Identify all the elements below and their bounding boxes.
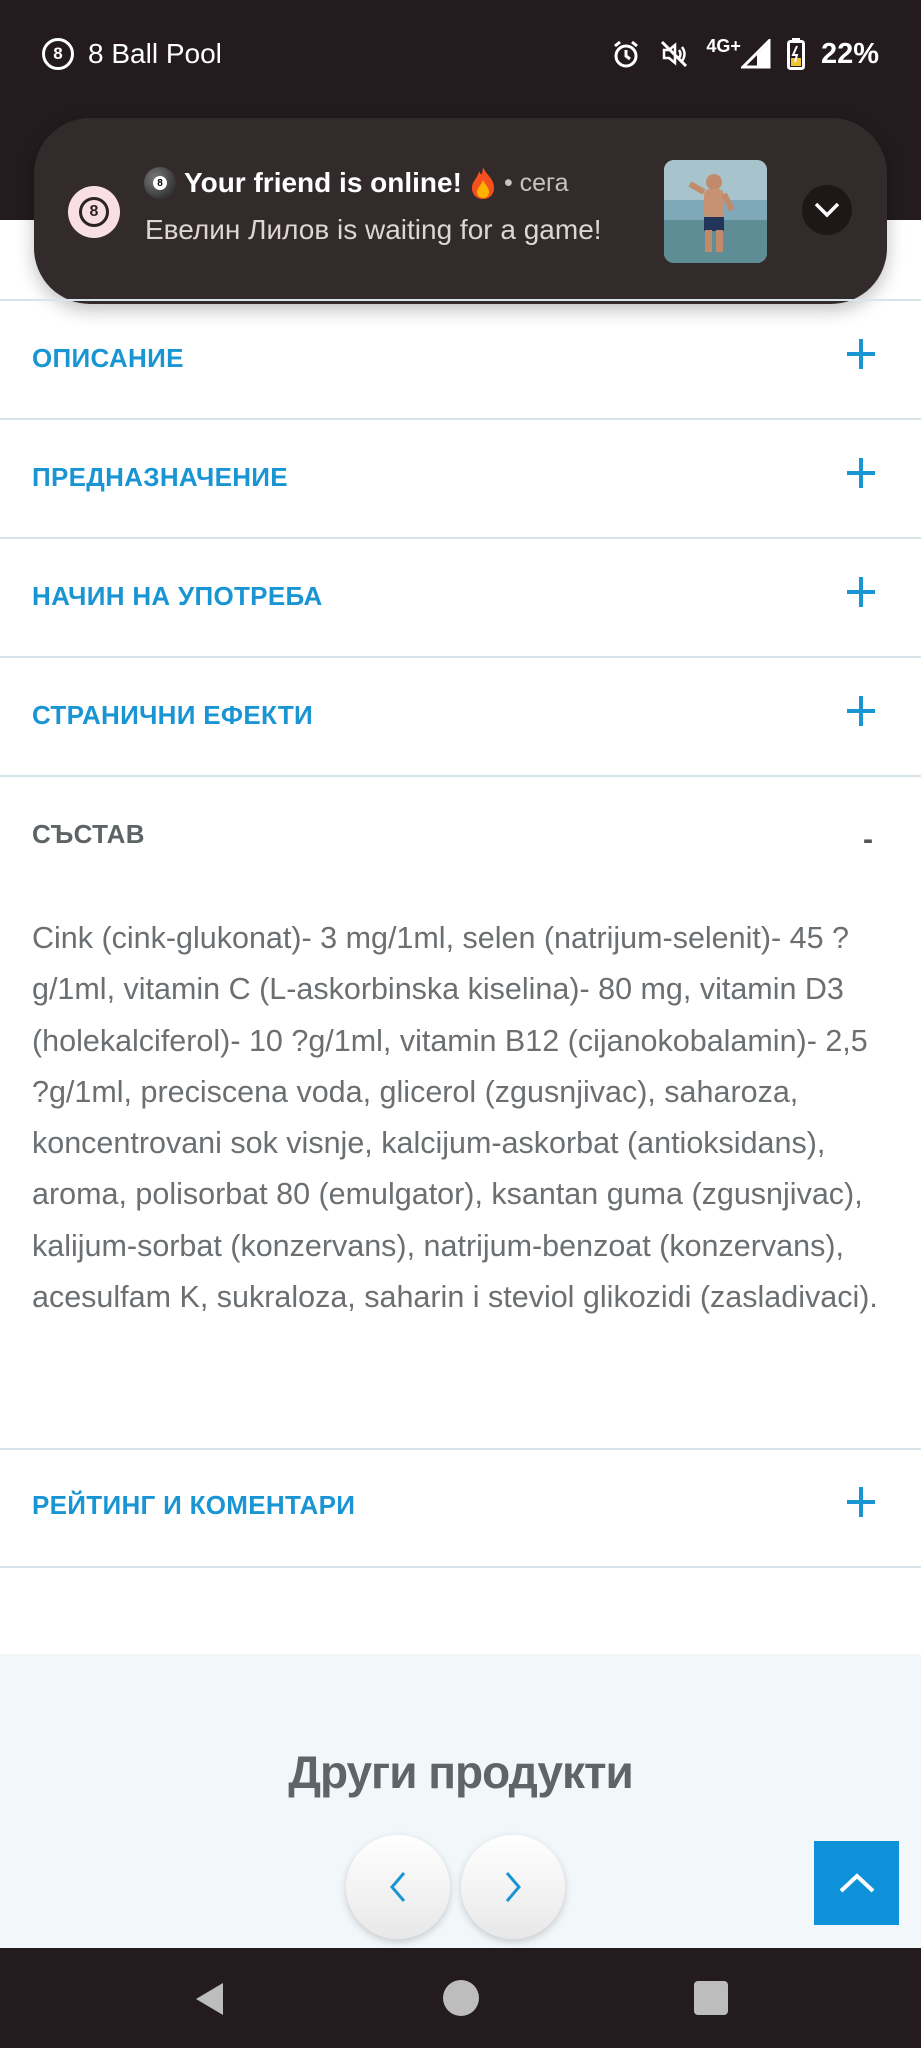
8-ball-icon: 8: [79, 197, 109, 227]
expand-plus-icon[interactable]: [847, 696, 877, 726]
chevron-left-icon: [390, 1872, 406, 1902]
network-type: 4G+: [706, 35, 741, 56]
8-ball-app-icon: 8: [42, 38, 74, 70]
back-icon[interactable]: [193, 1981, 227, 2017]
collapse-minus-icon[interactable]: -: [863, 823, 873, 857]
system-navigation-bar: [0, 1948, 921, 2048]
notification-title-row: 8 Your friend is online! • сега: [144, 166, 569, 200]
fire-emoji-icon: [471, 167, 494, 199]
chevron-up-icon: [839, 1873, 874, 1893]
notification-app-icon: 8: [68, 186, 120, 238]
accordion-ingredients[interactable]: СЪСТАВ - Cink (cink-glukonat)- 3 mg/1ml,…: [0, 775, 921, 1448]
home-icon[interactable]: [443, 1980, 479, 2016]
accordion-label: НАЧИН НА УПОТРЕБА: [32, 581, 323, 611]
accordion-ratings[interactable]: РЕЙТИНГ И КОМЕНТАРИ: [0, 1448, 921, 1568]
friend-photo-thumbnail: [664, 160, 767, 263]
expand-plus-icon[interactable]: [847, 1487, 877, 1517]
scroll-to-top-button[interactable]: [814, 1841, 899, 1925]
accordion-label: ПРЕДНАЗНАЧЕНИЕ: [32, 462, 288, 492]
expand-plus-icon[interactable]: [847, 458, 877, 488]
chevron-down-icon: [814, 202, 840, 218]
chevron-right-icon: [505, 1872, 521, 1902]
accordion-label: СТРАНИЧНИ ЕФЕКТИ: [32, 700, 314, 730]
carousel-prev-button[interactable]: [346, 1835, 450, 1939]
accordion-usage[interactable]: НАЧИН НА УПОТРЕБА: [0, 537, 921, 656]
notification-time: • сега: [503, 168, 569, 197]
network-indicator: 4G+: [706, 35, 771, 69]
expand-notification-button[interactable]: [802, 185, 852, 235]
accordion-label: СЪСТАВ: [32, 819, 145, 849]
accordion-purpose[interactable]: ПРЕДНАЗНАЧЕНИЕ: [0, 418, 921, 537]
status-right: 4G+ 22%: [610, 34, 879, 74]
other-products-title: Други продукти: [288, 1746, 634, 1798]
battery-icon: [786, 38, 805, 70]
other-products-section: Други продукти: [0, 1654, 921, 1948]
foreground-app-name: 8 Ball Pool: [88, 38, 222, 69]
mute-icon: [658, 38, 690, 70]
ingredients-text: Cink (cink-glukonat)- 3 mg/1ml, selen (n…: [32, 921, 878, 1315]
accordion-side-effects[interactable]: СТРАНИЧНИ ЕФЕКТИ: [0, 656, 921, 775]
status-left: 8 8 Ball Pool: [42, 36, 222, 72]
signal-icon: [740, 39, 771, 69]
notification-title: Your friend is online!: [184, 167, 462, 198]
expand-plus-icon[interactable]: [847, 339, 877, 369]
battery-percent: 22%: [820, 37, 879, 70]
recent-apps-icon[interactable]: [694, 1981, 728, 2015]
accordion-label: РЕЙТИНГ И КОМЕНТАРИ: [32, 1490, 356, 1520]
alarm-icon: [610, 38, 642, 70]
accordion-label: ОПИСАНИЕ: [32, 343, 184, 373]
pool-ball-emoji-icon: 8: [144, 167, 176, 199]
notification-body: Евелин Лилов is waiting for a game!: [145, 214, 602, 245]
notification-card[interactable]: 8 8 Your friend is online! • сега Евелин…: [34, 118, 887, 304]
accordion-description[interactable]: ОПИСАНИЕ: [0, 299, 921, 418]
expand-plus-icon[interactable]: [847, 577, 877, 607]
carousel-next-button[interactable]: [461, 1835, 565, 1939]
